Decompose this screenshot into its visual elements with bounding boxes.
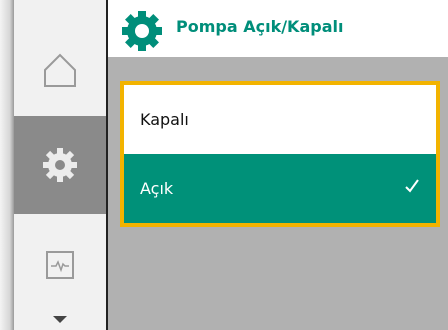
- triangle-down-icon: [53, 316, 67, 323]
- option-on[interactable]: Açık: [124, 154, 436, 223]
- pump-display-screen: Pompa Açık/Kapalı Kapalı Açık: [0, 0, 448, 330]
- side-navigation: [14, 0, 108, 330]
- pulse-monitor-icon: [46, 251, 74, 279]
- option-list: Kapalı Açık: [120, 81, 440, 227]
- checkmark-icon: [405, 179, 419, 193]
- page-title: Pompa Açık/Kapalı: [176, 17, 344, 36]
- option-label: Açık: [140, 179, 174, 198]
- header-bar: Pompa Açık/Kapalı: [108, 0, 448, 57]
- nav-home[interactable]: [14, 42, 106, 98]
- home-icon: [44, 53, 76, 87]
- nav-monitor[interactable]: [14, 244, 106, 286]
- bezel-edge: [0, 0, 14, 330]
- nav-settings[interactable]: [14, 116, 106, 214]
- option-label: Kapalı: [140, 110, 189, 129]
- gear-icon: [122, 11, 162, 51]
- nav-scroll-down[interactable]: [14, 310, 106, 330]
- option-off[interactable]: Kapalı: [124, 85, 436, 154]
- gear-icon: [43, 148, 77, 182]
